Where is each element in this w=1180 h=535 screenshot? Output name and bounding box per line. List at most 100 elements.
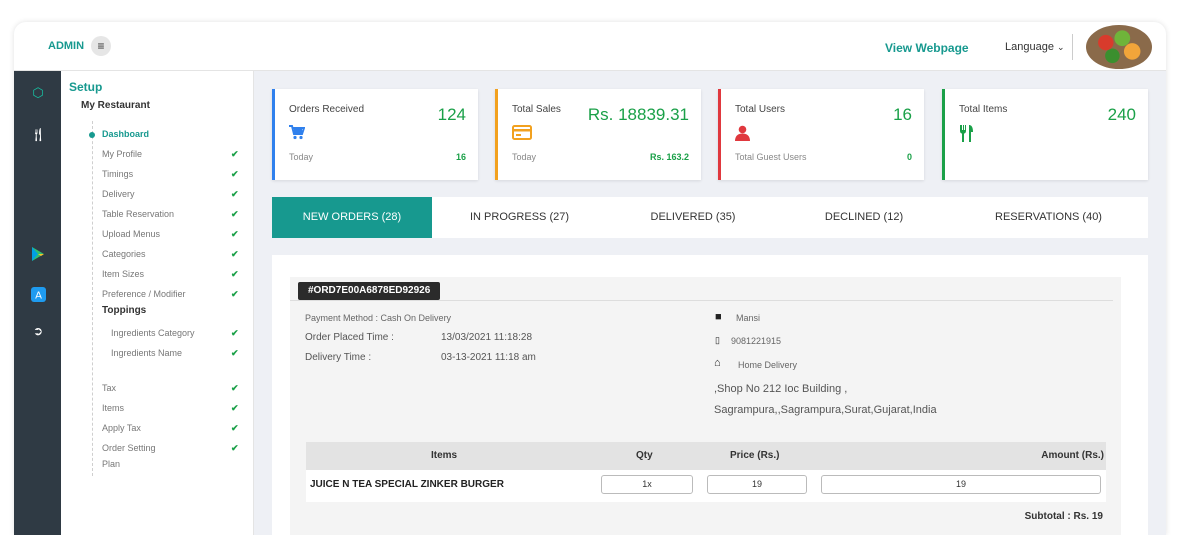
cutlery-icon[interactable]: 🍴︎	[30, 127, 47, 143]
stat-value: 124	[437, 105, 466, 124]
stat-value: 240	[1107, 105, 1136, 124]
menu-item-dashboard[interactable]: Dashboard	[102, 129, 149, 139]
menu-item-plan[interactable]: Plan	[102, 459, 120, 469]
language-label: Language	[1005, 41, 1054, 53]
chevron-down-icon: ⌄	[1056, 42, 1065, 52]
stat-label: Total Users	[735, 104, 786, 115]
check-icon: ✔	[231, 289, 239, 299]
address-line-2: Sagrampura,,Sagrampura,Surat,Gujarat,Ind…	[714, 404, 937, 416]
subtotal: Subtotal : Rs. 19	[1024, 511, 1103, 522]
stat-card-sales: Total Sales Rs. 18839.31 Today Rs. 163.2	[495, 89, 701, 180]
col-amount: Amount (Rs.)	[1041, 450, 1104, 461]
menu-item-timings[interactable]: Timings	[102, 169, 133, 179]
tab-declined[interactable]: DECLINED (12)	[779, 197, 949, 238]
menu-item-upload-menus[interactable]: Upload Menus	[102, 229, 160, 239]
customer-name: Mansi	[736, 313, 761, 323]
menu-item-order-setting[interactable]: Order Setting	[102, 443, 156, 453]
tab-reservations[interactable]: RESERVATIONS (40)	[949, 197, 1148, 238]
menu-item-item-sizes[interactable]: Item Sizes	[102, 269, 144, 279]
stat-card-orders: Orders Received 124 Today 16	[272, 89, 478, 180]
price-field[interactable]: 19	[707, 475, 807, 494]
cube-icon[interactable]: ⬡	[30, 85, 46, 101]
menu-item-items[interactable]: Items	[102, 403, 124, 413]
stat-sub-value: 16	[455, 152, 466, 162]
col-qty: Qty	[636, 450, 653, 461]
menu-section-title: Setup	[69, 80, 103, 94]
check-icon: ✔	[231, 189, 239, 199]
avatar[interactable]	[1086, 25, 1152, 69]
hamburger-icon[interactable]: ≡	[91, 36, 111, 56]
check-icon: ✔	[231, 249, 239, 259]
amount-field[interactable]: 19	[821, 475, 1101, 494]
stat-sub-label: Today	[512, 152, 537, 162]
tab-new-orders[interactable]: NEW ORDERS (28)	[272, 197, 432, 238]
check-icon: ✔	[231, 348, 239, 358]
items-table-header: Items Qty Price (Rs.) Amount (Rs.)	[306, 442, 1106, 470]
check-icon: ✔	[231, 328, 239, 338]
orders-panel: #ORD7E00A6878ED92926 Payment Method : Ca…	[272, 255, 1148, 535]
stat-label: Total Items	[959, 104, 1008, 115]
stat-value: Rs. 18839.31	[587, 105, 689, 124]
user-icon	[735, 125, 750, 145]
svg-text:A: A	[35, 291, 42, 302]
menu-item-my-profile[interactable]: My Profile	[102, 149, 142, 159]
table-row: JUICE N TEA SPECIAL ZINKER BURGER 1x 19 …	[306, 470, 1106, 502]
order-tabs: NEW ORDERS (28) IN PROGRESS (27) DELIVER…	[272, 197, 1148, 238]
menu-item-ingredients-name[interactable]: Ingredients Name	[111, 348, 182, 358]
check-icon: ✔	[231, 149, 239, 159]
cutlery-icon	[959, 125, 975, 146]
qty-field[interactable]: 1x	[601, 475, 693, 494]
customer-phone: 9081221915	[731, 336, 782, 346]
payment-method: Payment Method : Cash On Delivery	[305, 313, 452, 323]
menu-item-toppings[interactable]: Toppings	[102, 305, 146, 316]
play-store-icon[interactable]	[30, 246, 46, 262]
stat-sub-value: 0	[906, 152, 912, 162]
menu-item-apply-tax[interactable]: Apply Tax	[102, 423, 141, 433]
check-icon: ✔	[231, 269, 239, 279]
active-dot-icon	[89, 132, 95, 138]
top-bar: ADMIN ≡ View Webpage Language ⌄	[14, 22, 1166, 71]
stat-card-users: Total Users 16 Total Guest Users 0	[718, 89, 924, 180]
app-store-icon[interactable]: A	[30, 287, 46, 303]
logout-icon[interactable]: ➲	[30, 323, 46, 339]
menu-tree-line	[92, 121, 93, 476]
divider	[1072, 34, 1073, 60]
menu-item-delivery[interactable]: Delivery	[102, 189, 135, 199]
stat-sub-value: Rs. 163.2	[649, 152, 689, 162]
order-card: #ORD7E00A6878ED92926 Payment Method : Ca…	[290, 277, 1121, 535]
delivery-time-label: Delivery Time :	[305, 352, 372, 363]
icon-sidebar: ⬡ 🍴︎ A ➲	[14, 71, 61, 535]
menu-item-preference-modifier[interactable]: Preference / Modifier	[102, 289, 186, 299]
menu-item-table-reservation[interactable]: Table Reservation	[102, 209, 174, 219]
stat-label: Orders Received	[289, 104, 365, 115]
view-webpage-link[interactable]: View Webpage	[885, 41, 969, 55]
delivery-time-value: 03-13-2021 11:18 am	[441, 352, 536, 363]
order-id-badge: #ORD7E00A6878ED92926	[298, 282, 441, 300]
tab-in-progress[interactable]: IN PROGRESS (27)	[432, 197, 607, 238]
placed-time-value: 13/03/2021 11:18:28	[441, 332, 533, 343]
stat-sub-label: Today	[289, 152, 314, 162]
phone-icon: ▯	[715, 335, 720, 345]
cart-icon	[289, 125, 306, 144]
menu-item-ingredients-category[interactable]: Ingredients Category	[111, 328, 195, 338]
col-price: Price (Rs.)	[730, 450, 780, 461]
stat-label: Total Sales	[512, 104, 561, 115]
language-select[interactable]: Language ⌄	[1005, 41, 1065, 53]
stat-card-items: Total Items 240	[942, 89, 1148, 180]
menu-item-tax[interactable]: Tax	[102, 383, 116, 393]
check-icon: ✔	[231, 403, 239, 413]
menu-item-categories[interactable]: Categories	[102, 249, 146, 259]
placed-time-label: Order Placed Time :	[305, 332, 394, 343]
app-window: ADMIN ≡ View Webpage Language ⌄ ⬡ 🍴︎ A ➲ …	[14, 22, 1166, 535]
home-icon: ⌂	[714, 357, 721, 369]
admin-label: ADMIN	[48, 40, 85, 52]
col-items: Items	[431, 450, 458, 461]
divider	[290, 300, 1113, 301]
restaurant-title: My Restaurant	[81, 100, 150, 111]
check-icon: ✔	[231, 423, 239, 433]
tab-delivered[interactable]: DELIVERED (35)	[607, 197, 779, 238]
check-icon: ✔	[231, 443, 239, 453]
item-name: JUICE N TEA SPECIAL ZINKER BURGER	[310, 479, 504, 490]
delivery-type: Home Delivery	[738, 360, 798, 370]
check-icon: ✔	[231, 229, 239, 239]
